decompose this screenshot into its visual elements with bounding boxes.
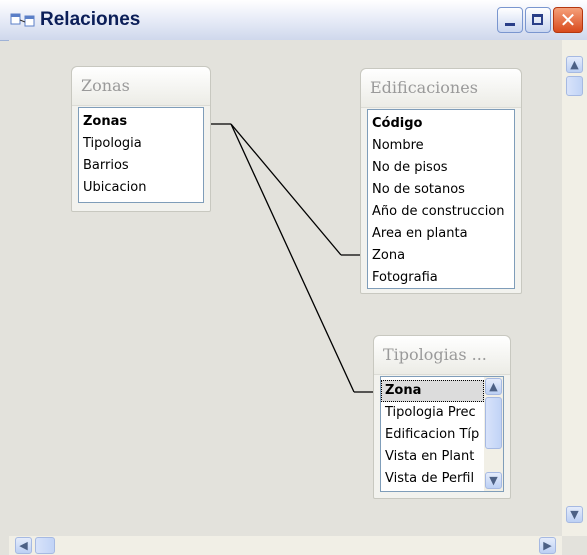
scrollbar-corner [562, 536, 587, 555]
field-item[interactable]: Area en planta [368, 223, 514, 245]
table-title[interactable]: Tipologias ... [374, 336, 510, 375]
maximize-button[interactable] [525, 7, 551, 33]
scroll-down-button[interactable]: ▼ [485, 472, 502, 489]
relationships-window: Relaciones ✕ Zonas Zonas Tipologia Barri… [0, 0, 587, 555]
table-title[interactable]: Zonas [72, 67, 210, 106]
field-list[interactable]: Zona Tipologia Prec Edificacion Típ Vist… [380, 376, 504, 492]
maximize-icon [532, 14, 543, 25]
field-item[interactable]: Año de construccion [368, 201, 514, 223]
relationship-line-tipologias[interactable] [230, 123, 355, 393]
scroll-down-button[interactable]: ▼ [566, 506, 583, 523]
window-title: Relaciones [40, 9, 141, 30]
field-item[interactable]: Código [368, 113, 514, 135]
scroll-thumb[interactable] [485, 397, 502, 449]
field-item[interactable]: Vista de Perfil [381, 468, 484, 490]
table-edificaciones[interactable]: Edificaciones Código Nombre No de pisos … [360, 68, 522, 294]
vertical-scrollbar[interactable]: ▲ ▼ [562, 40, 587, 536]
scroll-thumb[interactable] [35, 537, 55, 554]
minimize-icon [505, 23, 515, 26]
field-item[interactable]: Zona [368, 245, 514, 267]
field-item[interactable]: Tipologia Prec [381, 402, 484, 424]
field-list[interactable]: Código Nombre No de pisos No de sotanos … [367, 109, 515, 289]
field-item[interactable]: Vista en Plant [381, 446, 484, 468]
title-bar[interactable]: Relaciones ✕ [0, 0, 587, 41]
field-item[interactable]: No de sotanos [368, 179, 514, 201]
scroll-thumb[interactable] [566, 76, 583, 96]
close-button[interactable]: ✕ [553, 7, 583, 33]
field-item[interactable]: Barrios [79, 155, 203, 177]
field-list[interactable]: Zonas Tipologia Barrios Ubicacion [78, 107, 204, 203]
relationships-canvas[interactable]: Zonas Zonas Tipologia Barrios Ubicacion … [9, 40, 562, 536]
horizontal-scrollbar[interactable]: ◀ ▶ [9, 536, 562, 555]
table-title[interactable]: Edificaciones [361, 69, 521, 108]
field-item[interactable]: Ubicacion [79, 177, 203, 199]
relationships-icon [10, 13, 35, 27]
field-item[interactable]: Fotografia [368, 267, 514, 289]
relationship-line-edificaciones-diagonal[interactable] [230, 123, 342, 256]
field-item[interactable]: Edificacion Típ [381, 424, 484, 446]
scroll-left-button[interactable]: ◀ [15, 537, 32, 554]
field-item[interactable]: Nombre [368, 135, 514, 157]
field-list-scrollbar[interactable]: ▲ ▼ [484, 377, 503, 491]
field-item[interactable]: Zonas [79, 111, 203, 133]
minimize-button[interactable] [497, 7, 523, 33]
table-tipologias[interactable]: Tipologias ... Zona Tipologia Prec Edifi… [373, 335, 511, 499]
table-zonas[interactable]: Zonas Zonas Tipologia Barrios Ubicacion [71, 66, 211, 212]
scroll-up-button[interactable]: ▲ [485, 378, 502, 395]
scroll-right-button[interactable]: ▶ [539, 537, 556, 554]
field-item-selected[interactable]: Zona [381, 380, 484, 402]
field-item[interactable]: Tipologia [79, 133, 203, 155]
field-item[interactable]: No de pisos [368, 157, 514, 179]
close-icon: ✕ [559, 8, 577, 32]
scroll-up-button[interactable]: ▲ [566, 56, 583, 73]
